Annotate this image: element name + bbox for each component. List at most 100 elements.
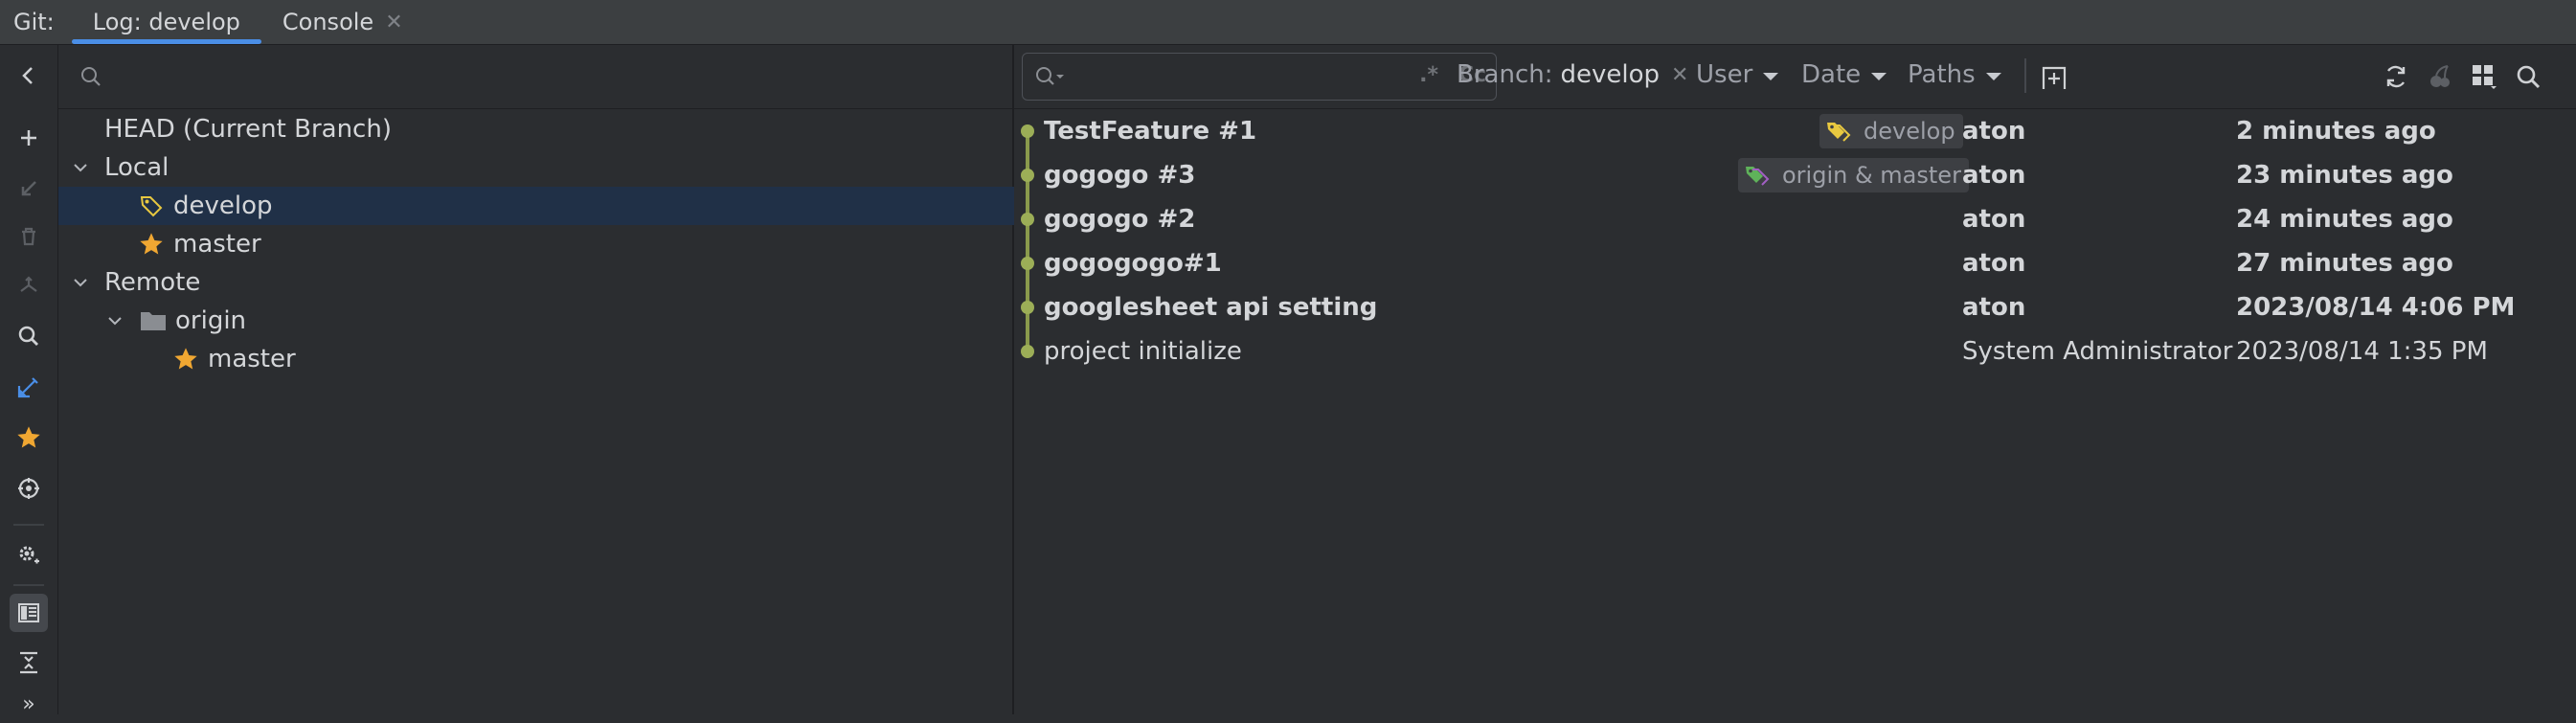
commit-node	[1021, 257, 1034, 270]
paths-filter[interactable]: Paths	[1908, 60, 2002, 89]
new-tab-icon[interactable]	[2041, 60, 2073, 93]
text-filter-input[interactable]	[1074, 62, 1366, 91]
add-icon[interactable]	[10, 119, 48, 157]
commit-author: aton	[1962, 205, 2026, 234]
view-options-icon[interactable]	[2468, 60, 2500, 93]
log-toolbar: .* Cc Branch: develop ✕ User Date Paths	[1014, 45, 2576, 109]
tree-node-origin[interactable]: origin	[58, 302, 1058, 340]
search-history-icon[interactable]	[1034, 65, 1067, 88]
commit-node	[1021, 213, 1034, 226]
toolbar-divider	[13, 584, 44, 586]
toolbar-divider	[13, 524, 44, 526]
ref-name: origin & master	[1782, 162, 1961, 189]
dropdown-arrow-icon	[1985, 60, 2002, 89]
branch-item-master[interactable]: master	[58, 225, 1091, 263]
refresh-icon[interactable]	[2380, 60, 2412, 93]
ref-name: develop	[1864, 118, 1955, 145]
branches-panel-icon[interactable]	[10, 594, 48, 632]
branch-item-develop[interactable]: develop	[58, 187, 1091, 225]
folder-icon	[139, 309, 168, 332]
toolbar-divider	[2024, 58, 2026, 93]
tab-label: Console	[282, 9, 374, 35]
expand-collapse-icon[interactable]	[10, 644, 48, 682]
tool-window-tabbar: Git: Log: develop Console ✕	[0, 0, 2576, 45]
checkout-icon[interactable]	[10, 169, 48, 208]
edit-icon[interactable]	[10, 368, 48, 406]
tree-node-remote[interactable]: Remote	[58, 263, 1024, 302]
close-icon[interactable]: ✕	[385, 11, 402, 34]
commit-date: 23 minutes ago	[2236, 161, 2453, 190]
commit-row[interactable]: gogogo #2 aton 24 minutes ago	[1014, 197, 2576, 241]
commit-date: 2 minutes ago	[2236, 117, 2436, 146]
settings-icon[interactable]	[10, 535, 48, 574]
delete-icon[interactable]	[10, 217, 48, 256]
tag-icon	[1746, 167, 1770, 186]
ref-label-develop: develop	[1819, 114, 1963, 148]
commit-log-panel: .* Cc Branch: develop ✕ User Date Paths	[1014, 45, 2576, 714]
commit-row[interactable]: gogogogo#1 aton 27 minutes ago	[1014, 241, 2576, 285]
search-icon[interactable]	[2512, 60, 2544, 93]
tree-item-label: origin	[175, 306, 247, 335]
commit-author: System Administrator	[1962, 337, 2233, 366]
tree-item-label: HEAD (Current Branch)	[104, 115, 392, 144]
paths-filter-label: Paths	[1908, 60, 1976, 89]
star-icon	[137, 231, 166, 258]
ref-label-origin-master: origin & master	[1738, 158, 1969, 192]
commit-row[interactable]: googlesheet api setting aton 2023/08/14 …	[1014, 285, 2576, 329]
tab-log-develop[interactable]: Log: develop	[71, 0, 262, 44]
search-icon[interactable]	[10, 317, 48, 355]
commit-subject: gogogo #3	[1044, 161, 1196, 190]
tree-item-head[interactable]: HEAD (Current Branch)	[58, 110, 1058, 148]
tag-icon	[137, 193, 166, 218]
chevron-down-icon[interactable]	[70, 159, 91, 176]
crosshair-icon[interactable]	[10, 469, 48, 508]
branch-search-bar	[58, 45, 1012, 109]
chevron-down-icon[interactable]	[70, 274, 91, 291]
branch-filter-label: Branch:	[1457, 60, 1553, 89]
dropdown-arrow-icon	[1762, 60, 1779, 89]
branch-search-input[interactable]	[116, 62, 982, 91]
commit-author: aton	[1962, 249, 2026, 278]
star-icon[interactable]	[10, 418, 48, 457]
tab-console[interactable]: Console ✕	[261, 0, 424, 44]
dropdown-arrow-icon	[1870, 60, 1887, 89]
date-filter-label: Date	[1801, 60, 1862, 89]
regex-toggle-icon[interactable]: .*	[1419, 63, 1438, 87]
commit-author: aton	[1962, 117, 2026, 146]
more-icon[interactable]: »	[10, 685, 48, 723]
commit-subject: gogogo #2	[1044, 205, 1196, 234]
branch-filter-value: develop	[1560, 60, 1661, 89]
tree-node-local[interactable]: Local	[58, 148, 1024, 187]
commit-node	[1021, 169, 1034, 182]
commit-author: aton	[1962, 161, 2026, 190]
chevron-down-icon[interactable]	[104, 312, 125, 329]
commit-author: aton	[1962, 293, 2026, 322]
branch-item-origin-master[interactable]: master	[58, 340, 1125, 378]
left-toolbar: »	[0, 45, 58, 716]
tree-item-label: Local	[104, 153, 169, 182]
clear-filter-icon[interactable]: ✕	[1671, 63, 1688, 87]
commit-row[interactable]: project initialize System Administrator …	[1014, 329, 2576, 373]
commit-date: 27 minutes ago	[2236, 249, 2453, 278]
tag-icon	[1827, 123, 1851, 142]
branch-name: master	[208, 345, 296, 373]
commit-row[interactable]: TestFeature #1 develop aton 2 minutes ag…	[1014, 109, 2576, 153]
commit-subject: TestFeature #1	[1044, 117, 1257, 146]
commit-date: 2023/08/14 1:35 PM	[2236, 337, 2488, 366]
commit-subject: project initialize	[1044, 337, 1242, 366]
user-filter[interactable]: User	[1696, 60, 1779, 89]
date-filter[interactable]: Date	[1801, 60, 1887, 89]
commit-subject: googlesheet api setting	[1044, 293, 1378, 322]
branch-filter[interactable]: Branch: develop ✕	[1457, 60, 1688, 89]
commit-node	[1021, 345, 1034, 358]
tree-item-label: Remote	[104, 268, 201, 297]
merge-icon[interactable]	[10, 266, 48, 305]
commit-row[interactable]: gogogo #3 origin & master aton 23 minute…	[1014, 153, 2576, 197]
collapse-left-icon[interactable]	[10, 56, 48, 95]
branch-name: master	[173, 230, 261, 259]
branch-name: develop	[173, 192, 273, 220]
commit-date: 2023/08/14 4:06 PM	[2236, 293, 2516, 322]
text-filter-field[interactable]: .* Cc	[1022, 53, 1497, 101]
cherry-pick-icon[interactable]	[2424, 60, 2456, 93]
tool-window-title: Git:	[13, 9, 55, 35]
